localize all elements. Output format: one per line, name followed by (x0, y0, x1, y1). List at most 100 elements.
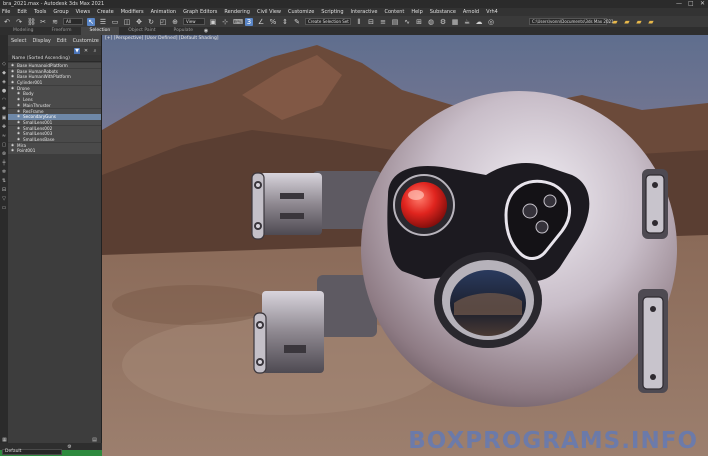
layer-icon[interactable]: ▦ (1, 437, 8, 444)
helpers-filter-icon[interactable]: ✚ (1, 124, 7, 130)
a360-icon[interactable]: ◎ (487, 18, 495, 26)
folder-icon[interactable]: ▰ (623, 18, 631, 26)
menu-civil-view[interactable]: Civil View (257, 9, 281, 15)
tab-freeform[interactable]: Freeform (42, 27, 80, 35)
scene-object-row[interactable]: ◉ Drone (8, 85, 101, 92)
minimize-icon[interactable]: — (676, 1, 682, 7)
angle-snap-icon[interactable]: ∠ (257, 18, 265, 26)
scene-object-row[interactable]: ◉ SecondaryGuns (8, 114, 101, 120)
mirror-icon[interactable]: ⫴ (355, 18, 363, 26)
close-filter-icon[interactable]: ✕ (83, 48, 89, 54)
visibility-eye-icon[interactable]: ◉ (17, 91, 21, 96)
align-icon[interactable]: ⊟ (367, 18, 375, 26)
visibility-eye-icon[interactable]: ◉ (11, 63, 15, 68)
scene-object-row[interactable]: ◉ Point001 (8, 148, 101, 154)
display-none-icon[interactable]: ◇ (1, 61, 7, 67)
menu-animation[interactable]: Animation (151, 9, 177, 15)
undo-icon[interactable]: ↶ (3, 18, 11, 26)
keyboard-shortcut-icon[interactable]: ⌨ (233, 18, 243, 26)
visibility-eye-icon[interactable]: ◉ (11, 74, 15, 79)
menu-interactive[interactable]: Interactive (351, 9, 378, 15)
visibility-eye-icon[interactable]: ◉ (17, 109, 21, 114)
hide-frozen-icon[interactable]: ❄ (1, 169, 7, 175)
select-by-name-icon[interactable]: ☰ (99, 18, 107, 26)
menu-help[interactable]: Help (411, 9, 422, 15)
tab-populate[interactable]: Populate (165, 27, 203, 35)
select-manipulate-icon[interactable]: ⊹ (221, 18, 229, 26)
rotate-icon[interactable]: ↻ (147, 18, 155, 26)
visibility-eye-icon[interactable]: ◉ (17, 97, 21, 102)
scene-object-row[interactable]: ◉ SmallLens001 (8, 119, 101, 126)
rect-selection-icon[interactable]: ▭ (111, 18, 119, 26)
unlink-icon[interactable]: ✂ (39, 18, 47, 26)
shapes-filter-icon[interactable]: ◠ (1, 97, 7, 103)
menu-create[interactable]: Create (97, 9, 114, 15)
menu-graph-editors[interactable]: Graph Editors (183, 9, 217, 15)
visibility-eye-icon[interactable]: ◉ (11, 143, 15, 148)
perspective-viewport[interactable]: [+] [Perspective] [User Defined] [Defaul… (102, 35, 708, 456)
menu-group[interactable]: Group (53, 9, 68, 15)
scene-object-row[interactable]: ◉ Lens (8, 97, 101, 103)
collapse-icon[interactable]: ⊟ (1, 187, 7, 193)
visibility-eye-icon[interactable]: ◉ (11, 86, 15, 91)
menu-arnold[interactable]: Arnold (463, 9, 479, 15)
tab-modeling[interactable]: Modeling (4, 27, 42, 35)
scene-object-row[interactable]: ◉ Base HumanWithPlatform (8, 74, 101, 80)
bones-filter-icon[interactable]: ╪ (1, 160, 7, 166)
menu-rendering[interactable]: Rendering (224, 9, 250, 15)
edit-named-sets-icon[interactable]: ✎ (293, 18, 301, 26)
folder-project-icon[interactable]: ▰ (635, 18, 643, 26)
visibility-eye-icon[interactable]: ◉ (11, 69, 15, 74)
selection-filter-dropdown[interactable]: All (63, 18, 83, 25)
curve-editor-icon[interactable]: ∿ (403, 18, 411, 26)
scene-object-row[interactable]: ◉ Body (8, 91, 101, 97)
name-column-header[interactable]: Name (Sorted Ascending) (8, 55, 101, 62)
visibility-eye-icon[interactable]: ◉ (17, 120, 21, 125)
visibility-eye-icon[interactable]: ◉ (17, 137, 21, 142)
maximize-icon[interactable]: □ (688, 1, 694, 7)
project-path-dropdown[interactable]: C:\Users\vonn\Documents\3ds Max 2021 (529, 18, 614, 25)
lock-icon[interactable]: ▭ (1, 205, 7, 211)
redo-icon[interactable]: ↷ (15, 18, 23, 26)
ribbon-options-icon[interactable]: ◉ (202, 27, 210, 35)
scene-object-row[interactable]: ◉ SmallLens003 (8, 131, 101, 137)
se-menu-select[interactable]: Select (11, 38, 26, 44)
selection-set-dropdown[interactable]: Create Selection Set (305, 18, 351, 25)
menu-substance[interactable]: Substance (430, 9, 456, 15)
menu-modifiers[interactable]: Modifiers (121, 9, 144, 15)
scene-object-row[interactable]: ◉ Mira (8, 142, 101, 149)
tab-object-paint[interactable]: Object Paint (119, 27, 164, 35)
percent-snap-icon[interactable]: % (269, 18, 277, 26)
render-cloud-icon[interactable]: ☁ (475, 18, 483, 26)
scene-object-row[interactable]: ◉ SmallLens002 (8, 125, 101, 131)
close-icon[interactable]: ✕ (700, 1, 706, 7)
funnel-icon[interactable]: ▽ (1, 196, 7, 202)
menu-views[interactable]: Views (76, 9, 90, 15)
tab-selection[interactable]: Selection (80, 27, 120, 35)
hierarchy-icon[interactable]: ▤ (91, 437, 98, 444)
display-invert-icon[interactable]: ◈ (1, 79, 7, 85)
spinner-snap-icon[interactable]: ⇕ (281, 18, 289, 26)
snaps-toggle-icon[interactable]: 3 (245, 17, 253, 26)
window-crossing-icon[interactable]: ◫ (123, 18, 131, 26)
pivot-icon[interactable]: ▣ (209, 18, 217, 26)
material-editor-icon[interactable]: ◍ (427, 18, 435, 26)
menu-scripting[interactable]: Scripting (321, 9, 343, 15)
scene-object-row[interactable]: ◉ Cylinder001 (8, 80, 101, 86)
scene-object-row[interactable]: ◉ SmallLensBase (8, 136, 101, 143)
display-all-icon[interactable]: ◆ (1, 70, 7, 76)
scene-object-row[interactable]: ◉ Base HumanoidPlatform (8, 63, 101, 69)
select-object-icon[interactable]: ↖ (87, 17, 95, 26)
schematic-view-icon[interactable]: ⊞ (415, 18, 423, 26)
menu-edit[interactable]: Edit (17, 9, 27, 15)
se-menu-edit[interactable]: Edit (57, 38, 67, 44)
lights-filter-icon[interactable]: ✱ (1, 106, 7, 112)
geometry-filter-icon[interactable]: ● (1, 88, 7, 94)
menu-content[interactable]: Content (384, 9, 404, 15)
search-icon[interactable]: ⌕ (92, 48, 98, 54)
folder-open-icon[interactable]: ▰ (611, 18, 619, 26)
render-icon[interactable]: ☕ (463, 18, 471, 26)
scale-icon[interactable]: ◰ (159, 18, 167, 26)
visibility-eye-icon[interactable]: ◉ (17, 126, 21, 131)
visibility-eye-icon[interactable]: ◉ (17, 103, 21, 108)
